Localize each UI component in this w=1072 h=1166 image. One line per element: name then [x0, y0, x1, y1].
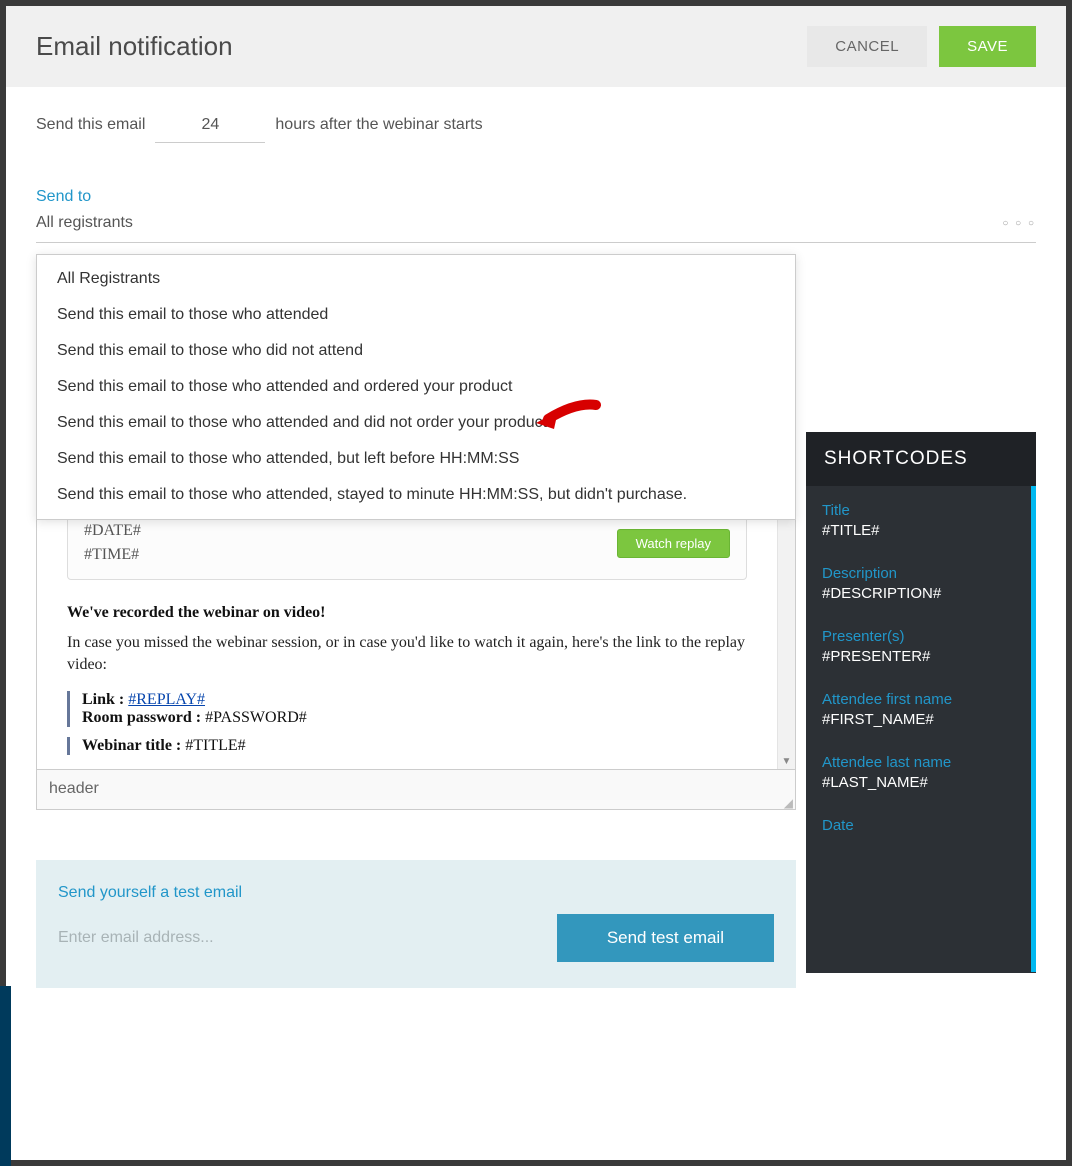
resize-handle-icon[interactable]: ◢: [784, 799, 793, 807]
preview-title-block: Webinar title : #TITLE#: [67, 737, 747, 755]
test-email-box: Send yourself a test email Send test ema…: [36, 860, 796, 988]
cancel-button[interactable]: CANCEL: [807, 26, 927, 67]
timing-hours-input[interactable]: [155, 112, 265, 143]
watch-replay-button[interactable]: Watch replay: [617, 529, 730, 558]
shortcode-item[interactable]: Date: [822, 817, 1015, 834]
modal-body: Send this email hours after the webinar …: [6, 87, 1066, 1160]
test-email-input[interactable]: [58, 923, 543, 954]
send-to-selected: All registrants: [36, 214, 133, 232]
timing-prefix: Send this email: [36, 116, 145, 134]
preview-recorded-line: We've recorded the webinar on video!: [67, 604, 747, 622]
timing-suffix: hours after the webinar starts: [275, 116, 482, 134]
dropdown-option[interactable]: Send this email to those who attended: [37, 297, 795, 333]
dropdown-option[interactable]: Send this email to those who attended, s…: [37, 477, 795, 513]
scroll-down-icon[interactable]: ▼: [778, 756, 795, 767]
preview-date: #DATE#: [84, 519, 141, 543]
header-buttons: CANCEL SAVE: [807, 26, 1036, 67]
email-notification-modal: Email notification CANCEL SAVE Send this…: [6, 6, 1066, 1160]
background-strip: [0, 986, 11, 1166]
preview-time: #TIME#: [84, 543, 141, 567]
modal-title: Email notification: [36, 31, 233, 62]
dropdown-option[interactable]: Send this email to those who attended an…: [37, 369, 795, 405]
shortcode-item[interactable]: Presenter(s) #PRESENTER#: [822, 628, 1015, 665]
preview-paragraph: In case you missed the webinar session, …: [67, 632, 747, 677]
save-button[interactable]: SAVE: [939, 26, 1036, 67]
shortcode-item[interactable]: Title #TITLE#: [822, 502, 1015, 539]
dropdown-option[interactable]: Send this email to those who attended, b…: [37, 441, 795, 477]
shortcodes-header: SHORTCODES: [806, 432, 1036, 486]
dropdown-option[interactable]: Send this email to those who attended an…: [37, 405, 795, 441]
send-to-select[interactable]: All registrants ○ ○ ○: [36, 210, 1036, 243]
send-to-label: Send to: [36, 188, 1036, 206]
shortcode-item[interactable]: Attendee first name #FIRST_NAME#: [822, 691, 1015, 728]
editor-path-field[interactable]: header ◢: [36, 770, 796, 810]
timing-row: Send this email hours after the webinar …: [36, 112, 1036, 143]
dropdown-option[interactable]: All Registrants: [37, 261, 795, 297]
send-test-email-button[interactable]: Send test email: [557, 914, 774, 962]
shortcode-item[interactable]: Attendee last name #LAST_NAME#: [822, 754, 1015, 791]
replay-link[interactable]: #REPLAY#: [128, 691, 205, 708]
more-icon: ○ ○ ○: [1002, 218, 1036, 229]
dropdown-option[interactable]: Send this email to those who did not att…: [37, 333, 795, 369]
preview-link-block: Link : #REPLAY# Room password : #PASSWOR…: [67, 691, 747, 727]
test-email-label: Send yourself a test email: [58, 884, 774, 902]
send-to-dropdown: All Registrants Send this email to those…: [36, 254, 796, 520]
shortcodes-list[interactable]: Title #TITLE# Description #DESCRIPTION# …: [806, 486, 1036, 972]
shortcodes-panel: SHORTCODES Title #TITLE# Description #DE…: [806, 432, 1036, 973]
shortcode-item[interactable]: Description #DESCRIPTION#: [822, 565, 1015, 602]
modal-header: Email notification CANCEL SAVE: [6, 6, 1066, 87]
